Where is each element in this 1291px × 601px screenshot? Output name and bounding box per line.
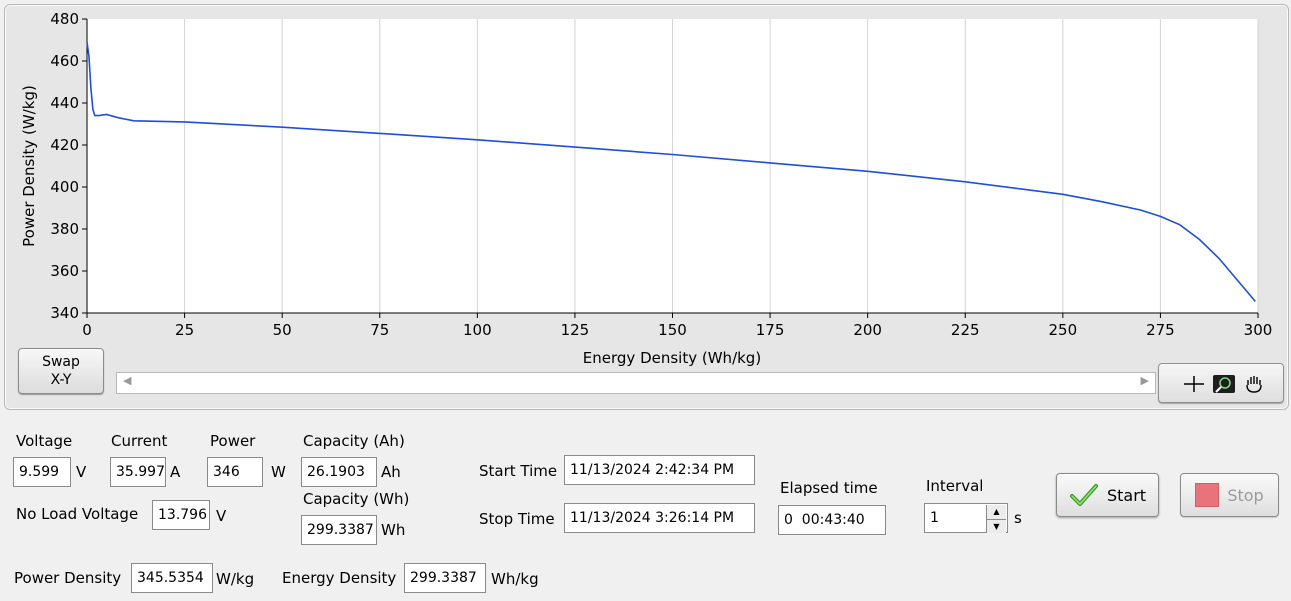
x-tick-label: 175 [756, 321, 785, 339]
start-label: Start [1106, 485, 1147, 505]
x-tick-label: 25 [175, 321, 194, 339]
interval-label: Interval [926, 477, 984, 495]
y-tick-label: 360 [50, 262, 79, 280]
x-tick-label: 125 [561, 321, 590, 339]
swap-xy-button[interactable]: Swap X-Y [18, 348, 104, 394]
capacity-ah-label: Capacity (Ah) [303, 432, 405, 450]
scroll-right-icon[interactable]: ▶ [1141, 374, 1149, 387]
x-tick-label: 250 [1049, 321, 1078, 339]
scroll-left-icon[interactable]: ◀ [123, 374, 131, 387]
y-tick-label: 380 [50, 220, 79, 238]
capacity-wh-label: Capacity (Wh) [303, 490, 410, 508]
current-unit: A [170, 463, 181, 481]
x-tick-label: 100 [463, 321, 492, 339]
y-tick-label: 440 [50, 94, 79, 112]
stop-button[interactable]: Stop [1180, 473, 1279, 517]
voltage-field[interactable]: 9.599 [13, 457, 71, 487]
x-tick-label: 300 [1244, 321, 1273, 339]
y-tick-label: 460 [50, 52, 79, 70]
swap-label-line2: X-Y [50, 372, 72, 388]
stop-time-field[interactable]: 11/13/2024 3:26:14 PM [564, 503, 755, 533]
start-time-label: Start Time [479, 462, 558, 480]
capacity-ah-unit: Ah [381, 463, 401, 481]
elapsed-time-field[interactable]: 0 00:43:40 [778, 505, 886, 535]
power-density-label: Power Density [14, 569, 122, 587]
increment-icon[interactable]: ▲ [987, 505, 1006, 520]
power-unit: W [271, 463, 286, 481]
start-button[interactable]: Start [1056, 473, 1159, 517]
interval-unit: s [1014, 509, 1022, 527]
checkmark-icon [1069, 484, 1098, 506]
current-label: Current [111, 432, 168, 450]
power-label: Power [210, 432, 256, 450]
voltage-label: Voltage [16, 432, 73, 450]
x-tick-label: 275 [1146, 321, 1175, 339]
power-density-unit: W/kg [216, 570, 255, 588]
current-field[interactable]: 35.997 [110, 457, 166, 487]
interval-stepper[interactable]: ▲ ▼ [986, 505, 1006, 533]
elapsed-time-label: Elapsed time [780, 479, 878, 497]
x-tick-label: 200 [853, 321, 882, 339]
graph-panel: 0 25 50 75 100 125 150 175 200 225 250 275 300 340 360… [4, 4, 1289, 410]
power-energy-chart: 0 25 50 75 100 125 150 175 200 225 250 275 300 340 360… [20, 10, 1273, 367]
interval-value: 1 [930, 510, 939, 526]
horizontal-scrollbar[interactable]: ◀ ▶ [116, 372, 1156, 394]
graph-palette [1158, 363, 1284, 403]
x-tick-label: 0 [82, 321, 92, 339]
x-axis-label: Energy Density (Wh/kg) [583, 349, 761, 367]
no-load-voltage-field[interactable]: 13.796 [152, 500, 210, 530]
no-load-voltage-label: No Load Voltage [16, 505, 139, 523]
decrement-icon[interactable]: ▼ [987, 519, 1006, 533]
capacity-wh-unit: Wh [381, 521, 406, 539]
zoom-icon[interactable] [1211, 374, 1237, 394]
y-axis-label: Power Density (W/kg) [20, 85, 38, 247]
x-tick-label: 225 [951, 321, 980, 339]
crosshair-icon[interactable] [1181, 374, 1207, 394]
power-density-field[interactable]: 345.5354 [131, 563, 213, 593]
power-field[interactable]: 346 [207, 457, 263, 487]
start-time-field[interactable]: 11/13/2024 2:42:34 PM [564, 455, 755, 485]
voltage-unit: V [76, 463, 87, 481]
y-tick-label: 340 [50, 304, 79, 322]
stop-label: Stop [1227, 485, 1264, 505]
energy-density-unit: Wh/kg [491, 570, 539, 588]
capacity-ah-field[interactable]: 26.1903 [301, 457, 377, 487]
x-tick-label: 50 [273, 321, 292, 339]
x-tick-label: 75 [370, 321, 389, 339]
pan-hand-icon[interactable] [1241, 374, 1267, 394]
stop-time-label: Stop Time [479, 510, 555, 528]
energy-density-field[interactable]: 299.3387 [404, 563, 486, 593]
y-tick-label: 400 [50, 178, 79, 196]
y-tick-label: 480 [50, 10, 79, 28]
no-load-voltage-unit: V [216, 507, 227, 525]
capacity-wh-field[interactable]: 299.3387 [301, 515, 377, 545]
y-tick-label: 420 [50, 136, 79, 154]
x-tick-label: 150 [658, 321, 687, 339]
swap-label-line1: Swap [42, 354, 80, 370]
energy-density-label: Energy Density [282, 569, 397, 587]
stop-square-icon [1195, 483, 1220, 507]
